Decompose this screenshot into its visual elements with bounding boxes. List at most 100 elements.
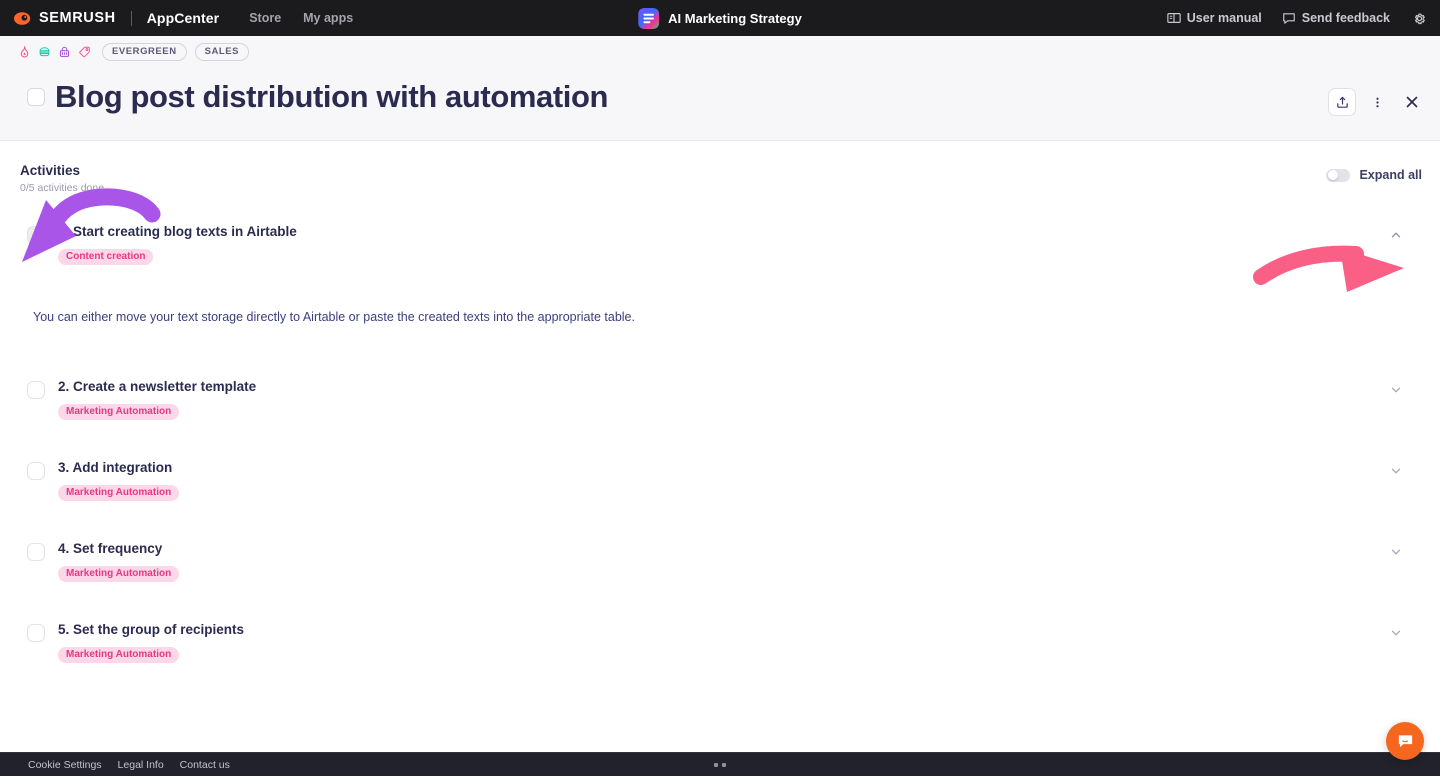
share-icon <box>1335 95 1350 110</box>
activity-badge-3: Marketing Automation <box>58 485 179 501</box>
close-icon <box>1404 94 1420 110</box>
expand-all-label: Expand all <box>1359 168 1422 182</box>
toggle-knob <box>1328 170 1338 180</box>
list-item: 1. Start creating blog texts in Airtable… <box>18 220 1422 375</box>
topnav-left-group: SEMRUSH AppCenter Store My apps <box>0 10 353 26</box>
activity-texts-2: 2. Create a newsletter template Marketin… <box>58 379 256 420</box>
ellipsis-dot <box>714 763 718 767</box>
page-footer: Cookie Settings Legal Info Contact us <box>0 752 1440 776</box>
share-button[interactable] <box>1328 88 1356 116</box>
activity-title-3: 3. Add integration <box>58 460 179 477</box>
activity-texts-1: 1. Start creating blog texts in Airtable… <box>58 224 297 265</box>
gear-icon <box>1412 11 1427 26</box>
document-complete-checkbox[interactable] <box>27 88 45 106</box>
activity-badge-2: Marketing Automation <box>58 404 179 420</box>
burger-icon <box>38 45 51 59</box>
activity-row-1[interactable]: 1. Start creating blog texts in Airtable… <box>18 220 1422 265</box>
ellipsis-dot <box>722 763 726 767</box>
activity-texts-4: 4. Set frequency Marketing Automation <box>58 541 179 582</box>
app-title: AI Marketing Strategy <box>668 11 802 26</box>
chevron-down-icon <box>1389 545 1403 559</box>
chevron-down-icon <box>1389 464 1403 478</box>
semrush-logo[interactable]: SEMRUSH AppCenter <box>14 10 219 26</box>
activity-badge-1: Content creation <box>58 249 153 265</box>
nav-store[interactable]: Store <box>249 11 281 25</box>
brand-divider <box>131 11 132 26</box>
current-app-indicator: AI Marketing Strategy <box>638 0 802 36</box>
footer-links: Cookie Settings Legal Info Contact us <box>0 759 230 771</box>
activity-title-5: 5. Set the group of recipients <box>58 622 244 639</box>
activity-checkbox-1[interactable] <box>27 226 45 244</box>
activity-checkbox-3[interactable] <box>27 462 45 480</box>
activity-row-4[interactable]: 4. Set frequency Marketing Automation <box>18 537 1422 582</box>
page-title: Blog post distribution with automation <box>55 80 608 114</box>
topnav-right-group: User manual Send feedback <box>1167 11 1440 26</box>
activity-texts-5: 5. Set the group of recipients Marketing… <box>58 622 244 663</box>
activity-row-5[interactable]: 5. Set the group of recipients Marketing… <box>18 618 1422 663</box>
activity-row-3[interactable]: 3. Add integration Marketing Automation <box>18 456 1422 501</box>
tags-row: EVERGREEN SALES <box>18 36 1422 66</box>
activity-row-2[interactable]: 2. Create a newsletter template Marketin… <box>18 375 1422 420</box>
activity-badge-5: Marketing Automation <box>58 647 179 663</box>
activity-title-2: 2. Create a newsletter template <box>58 379 256 396</box>
top-navigation-bar: SEMRUSH AppCenter Store My apps <box>0 0 1440 36</box>
list-item: 2. Create a newsletter template Marketin… <box>18 375 1422 456</box>
footer-contact-us[interactable]: Contact us <box>180 759 230 771</box>
spacer <box>18 501 1422 537</box>
activity-collapse-toggle-1[interactable] <box>1389 228 1403 247</box>
lock-bag-icon <box>58 45 71 59</box>
activity-texts-3: 3. Add integration Marketing Automation <box>58 460 179 501</box>
activities-heading: Activities <box>20 163 104 178</box>
flame-icon <box>18 45 31 59</box>
more-options-button[interactable] <box>1363 88 1391 116</box>
chat-launcher-button[interactable] <box>1386 722 1424 760</box>
activities-progress: 0/5 activities done <box>20 182 104 194</box>
expand-all-toggle[interactable] <box>1326 169 1350 182</box>
activity-expand-toggle-4[interactable] <box>1389 545 1403 564</box>
main-content: Activities 0/5 activities done Expand al… <box>0 141 1440 663</box>
tag-evergreen[interactable]: EVERGREEN <box>102 43 187 61</box>
activity-checkbox-4[interactable] <box>27 543 45 561</box>
list-item: 5. Set the group of recipients Marketing… <box>18 618 1422 663</box>
settings-button[interactable] <box>1410 11 1427 26</box>
activities-header: Activities 0/5 activities done Expand al… <box>18 163 1422 194</box>
activity-expand-toggle-3[interactable] <box>1389 464 1403 483</box>
user-manual-button[interactable]: User manual <box>1167 11 1262 25</box>
topnav-links: Store My apps <box>249 11 353 25</box>
speech-bubble-icon <box>1282 11 1296 25</box>
document-subheader: EVERGREEN SALES <box>0 36 1440 141</box>
more-vertical-icon <box>1370 95 1385 110</box>
chevron-up-icon <box>1389 228 1403 242</box>
activity-title-4: 4. Set frequency <box>58 541 179 558</box>
activities-list: 1. Start creating blog texts in Airtable… <box>18 220 1422 663</box>
category-icons <box>18 45 91 59</box>
send-feedback-label: Send feedback <box>1302 11 1390 25</box>
brand-subname: AppCenter <box>147 10 219 26</box>
chevron-down-icon <box>1389 383 1403 397</box>
book-icon <box>1167 11 1181 25</box>
title-row: Blog post distribution with automation <box>18 66 1422 140</box>
activity-checkbox-2[interactable] <box>27 381 45 399</box>
expand-all-control[interactable]: Expand all <box>1326 163 1422 182</box>
close-button[interactable] <box>1398 88 1426 116</box>
semrush-logo-icon <box>14 11 32 26</box>
ai-marketing-strategy-app-icon <box>638 8 659 29</box>
activity-expand-toggle-2[interactable] <box>1389 383 1403 402</box>
footer-legal-info[interactable]: Legal Info <box>118 759 164 771</box>
tag-sales[interactable]: SALES <box>195 43 249 61</box>
document-actions <box>1328 88 1426 116</box>
activity-badge-4: Marketing Automation <box>58 566 179 582</box>
send-feedback-button[interactable]: Send feedback <box>1282 11 1390 25</box>
brand-name: SEMRUSH <box>39 10 116 26</box>
activity-checkbox-5[interactable] <box>27 624 45 642</box>
intercom-chat-icon <box>1396 732 1415 751</box>
footer-menu-button[interactable] <box>714 763 726 767</box>
price-tag-icon <box>78 45 91 59</box>
footer-cookie-settings[interactable]: Cookie Settings <box>28 759 102 771</box>
activity-description-1: You can either move your text storage di… <box>18 265 1422 327</box>
app-window: SEMRUSH AppCenter Store My apps <box>0 0 1440 776</box>
nav-my-apps[interactable]: My apps <box>303 11 353 25</box>
activity-expand-toggle-5[interactable] <box>1389 626 1403 645</box>
spacer <box>18 582 1422 618</box>
spacer <box>18 326 1422 375</box>
